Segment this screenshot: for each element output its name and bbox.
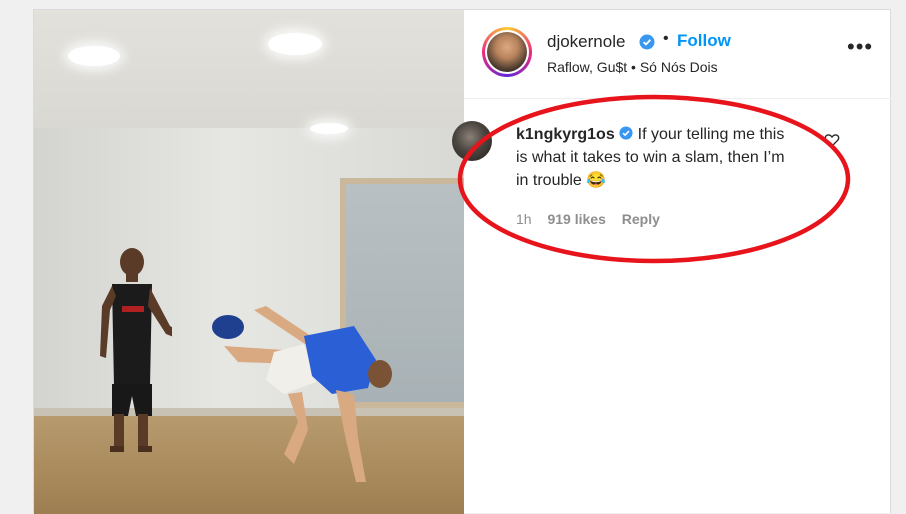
audio-track[interactable]: Raflow, Gu$t • Só Nós Dois <box>547 59 718 75</box>
more-options-icon[interactable]: ••• <box>847 34 873 60</box>
heart-icon[interactable] <box>824 132 840 148</box>
verified-badge-icon <box>619 126 633 140</box>
ceiling-light <box>68 46 120 66</box>
author-avatar[interactable] <box>482 27 532 77</box>
comment-username[interactable]: k1ngkyrg1os <box>516 126 615 143</box>
post-video[interactable] <box>34 10 464 514</box>
flipping-person <box>224 306 392 482</box>
post-header: djokernole • Follow Raflow, Gu$t • Só Nó… <box>464 10 892 99</box>
ceiling <box>34 10 464 128</box>
follow-button[interactable]: Follow <box>677 31 731 51</box>
comment-time[interactable]: 1h <box>516 211 532 227</box>
verified-badge-icon <box>639 34 655 50</box>
separator-dot: • <box>663 30 669 47</box>
reply-button[interactable]: Reply <box>622 211 660 227</box>
ceiling-light <box>310 123 348 134</box>
ceiling-light <box>268 33 322 55</box>
commenter-avatar[interactable] <box>452 121 492 161</box>
standing-person <box>100 248 172 452</box>
comment-body: k1ngkyrg1os If your telling me this is w… <box>516 123 798 192</box>
author-username[interactable]: djokernole <box>547 32 625 52</box>
comment-meta: 1h 919 likes Reply <box>516 211 672 227</box>
comment-likes[interactable]: 919 likes <box>547 211 605 227</box>
instagram-post: djokernole • Follow Raflow, Gu$t • Só Nó… <box>33 9 892 514</box>
